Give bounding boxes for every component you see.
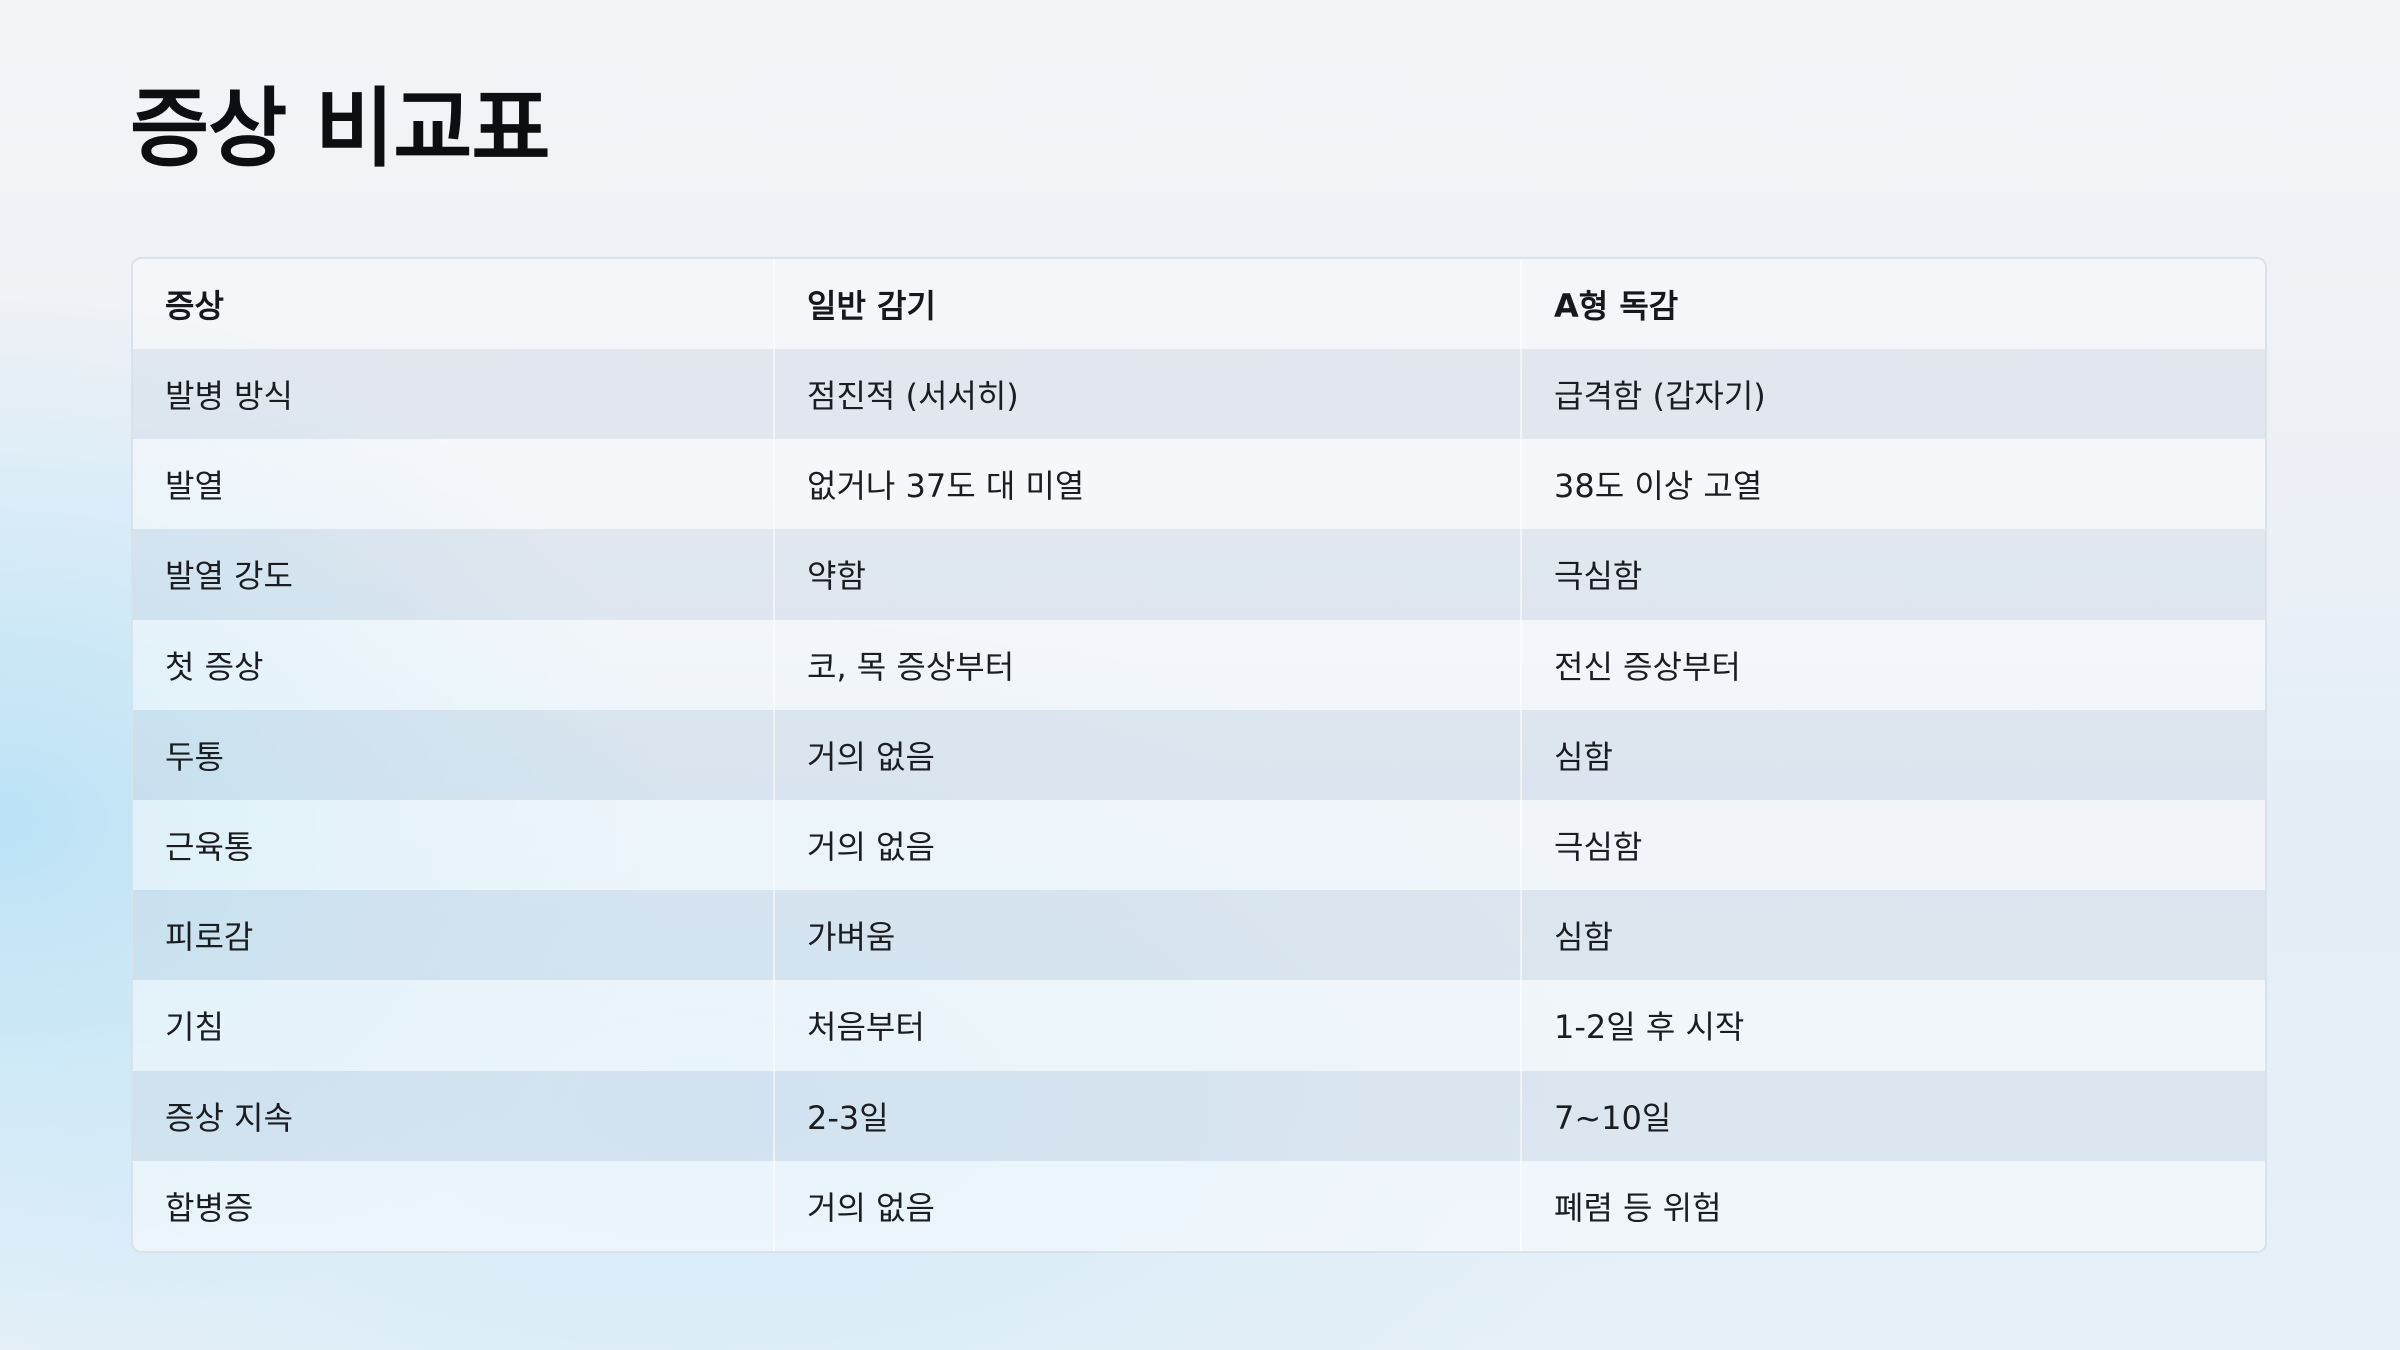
common-cold-cell: 거의 없음 bbox=[773, 709, 1521, 800]
row-label: 첫 증상 bbox=[133, 619, 774, 710]
influenza-a-cell: 극심함 bbox=[1520, 799, 2265, 891]
table-row: 발병 방식 점진적 (서서히) 급격함 (갑자기) bbox=[133, 349, 2265, 440]
common-cold-cell: 없거나 37도 대 미열 bbox=[773, 439, 1521, 530]
table-row: 기침 처음부터 1-2일 후 시작 bbox=[133, 980, 2265, 1071]
influenza-a-cell: 극심함 bbox=[1520, 529, 2265, 620]
column-header-symptom: 증상 bbox=[133, 259, 774, 349]
table-row: 피로감 가벼움 심함 bbox=[133, 890, 2265, 981]
influenza-a-cell: 7~10일 bbox=[1520, 1070, 2265, 1161]
column-header-common-cold: 일반 감기 bbox=[773, 259, 1521, 349]
page-title: 증상 비교표 bbox=[130, 79, 551, 179]
table-row: 합병증 거의 없음 폐렴 등 위험 bbox=[133, 1160, 2265, 1251]
row-label: 발병 방식 bbox=[133, 349, 774, 440]
row-label: 기침 bbox=[133, 980, 774, 1071]
common-cold-cell: 약함 bbox=[773, 529, 1521, 620]
common-cold-cell: 점진적 (서서히) bbox=[773, 349, 1521, 440]
row-label: 두통 bbox=[133, 709, 774, 800]
row-label: 근육통 bbox=[133, 799, 774, 891]
table-row: 첫 증상 코, 목 증상부터 전신 증상부터 bbox=[133, 619, 2265, 710]
table-body: 발병 방식 점진적 (서서히) 급격함 (갑자기) 발열 없거나 37도 대 미… bbox=[133, 349, 2265, 1251]
row-label: 발열 강도 bbox=[133, 529, 774, 620]
row-label: 피로감 bbox=[133, 890, 774, 981]
influenza-a-cell: 전신 증상부터 bbox=[1520, 619, 2265, 710]
table-header: 증상 일반 감기 A형 독감 bbox=[133, 259, 2265, 349]
table-row: 발열 강도 약함 극심함 bbox=[133, 529, 2265, 620]
table-row: 증상 지속 2-3일 7~10일 bbox=[133, 1070, 2265, 1161]
common-cold-cell: 2-3일 bbox=[773, 1070, 1521, 1161]
row-label: 합병증 bbox=[133, 1160, 774, 1251]
table-row: 두통 거의 없음 심함 bbox=[133, 709, 2265, 800]
influenza-a-cell: 38도 이상 고열 bbox=[1520, 439, 2265, 530]
common-cold-cell: 코, 목 증상부터 bbox=[773, 619, 1521, 710]
influenza-a-cell: 심함 bbox=[1520, 890, 2265, 981]
symptom-comparison-table: 증상 일반 감기 A형 독감 발병 방식 점진적 (서서히) 급격함 (갑자기)… bbox=[131, 257, 2267, 1253]
row-label: 발열 bbox=[133, 439, 774, 530]
influenza-a-cell: 심함 bbox=[1520, 709, 2265, 800]
common-cold-cell: 거의 없음 bbox=[773, 1160, 1521, 1251]
influenza-a-cell: 1-2일 후 시작 bbox=[1520, 980, 2265, 1071]
table-row: 발열 없거나 37도 대 미열 38도 이상 고열 bbox=[133, 439, 2265, 530]
common-cold-cell: 처음부터 bbox=[773, 980, 1521, 1071]
comparison-table: 증상 일반 감기 A형 독감 발병 방식 점진적 (서서히) 급격함 (갑자기)… bbox=[133, 259, 2265, 1251]
header-row: 증상 일반 감기 A형 독감 bbox=[133, 259, 2265, 349]
row-label: 증상 지속 bbox=[133, 1070, 774, 1161]
common-cold-cell: 거의 없음 bbox=[773, 799, 1521, 891]
table-row: 근육통 거의 없음 극심함 bbox=[133, 799, 2265, 891]
common-cold-cell: 가벼움 bbox=[773, 890, 1521, 981]
influenza-a-cell: 급격함 (갑자기) bbox=[1520, 349, 2265, 440]
influenza-a-cell: 폐렴 등 위험 bbox=[1520, 1160, 2265, 1251]
column-header-influenza-a: A형 독감 bbox=[1520, 259, 2265, 349]
